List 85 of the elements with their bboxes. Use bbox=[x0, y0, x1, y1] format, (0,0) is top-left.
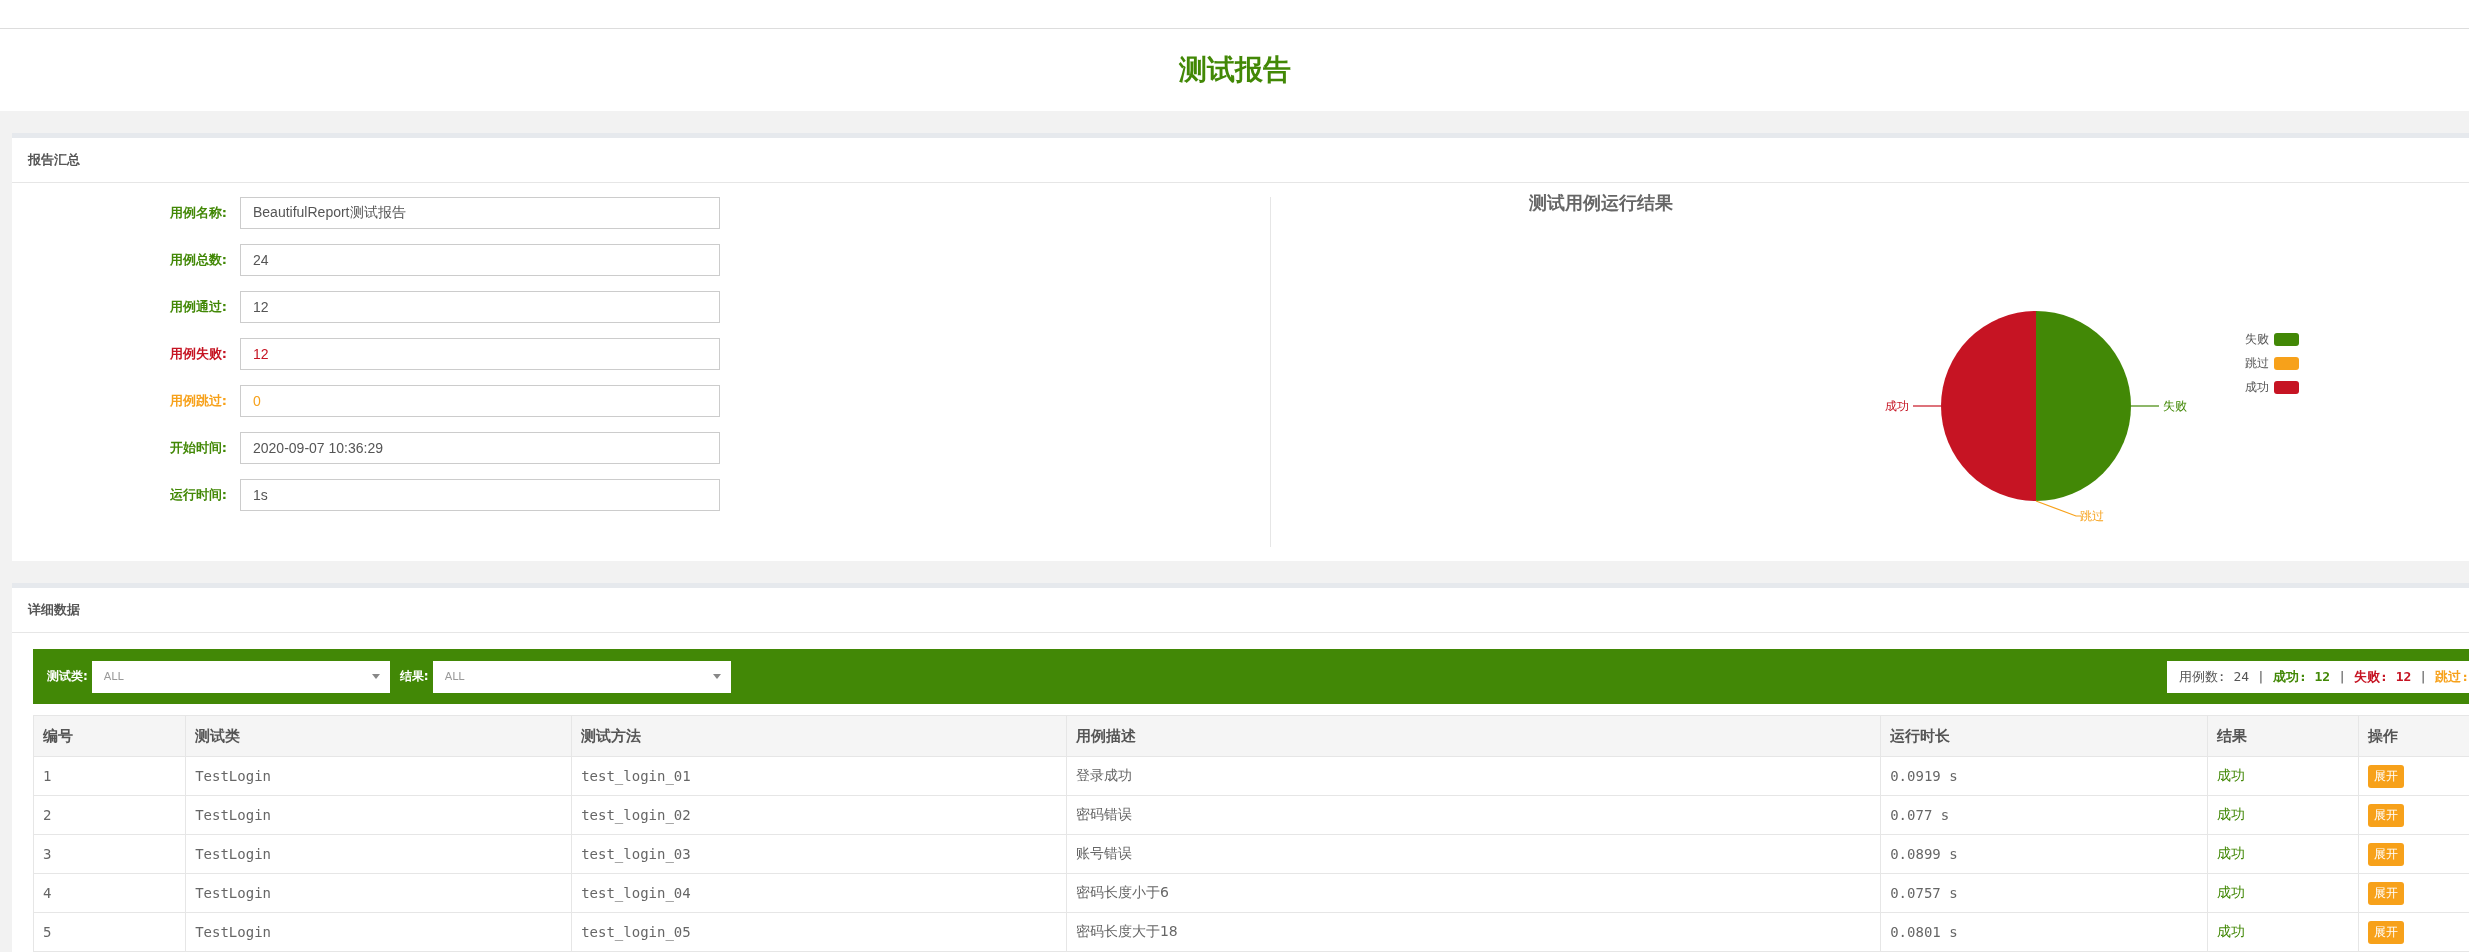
input-field[interactable]: 0 bbox=[240, 385, 720, 417]
count-item: 跳过: bbox=[2435, 667, 2469, 686]
table-cell: 账号错误 bbox=[1066, 834, 1881, 874]
input-field[interactable]: BeautifulReport测试报告 bbox=[240, 197, 720, 229]
table-cell: test_login_02 bbox=[571, 795, 1067, 835]
column-header: 测试类 bbox=[185, 715, 572, 757]
field-label: 用例跳过: bbox=[168, 392, 228, 410]
filter-label: 测试类: bbox=[47, 668, 88, 685]
table-cell: 密码长度小于6 bbox=[1066, 873, 1881, 913]
legend-swatch bbox=[2274, 333, 2299, 346]
slice-label: 成功 bbox=[1885, 399, 1909, 413]
count-item: 用例数: 24 bbox=[2178, 667, 2250, 686]
table-cell: 成功 bbox=[2207, 834, 2359, 874]
slice-label: 跳过 bbox=[2080, 509, 2104, 523]
table-cell: 1 bbox=[33, 756, 186, 796]
field-label: 用例总数: bbox=[168, 251, 228, 269]
table-cell: TestLogin bbox=[185, 912, 572, 952]
table-cell: TestLogin bbox=[185, 873, 572, 913]
table-cell: 登录成功 bbox=[1066, 756, 1881, 796]
field-label: 用例通过: bbox=[168, 298, 228, 316]
table-cell: test_login_05 bbox=[571, 912, 1067, 952]
column-header: 测试方法 bbox=[571, 715, 1067, 757]
slice-label: 失败 bbox=[2163, 399, 2187, 413]
expand-button[interactable]: 展开 bbox=[2367, 881, 2404, 905]
table-cell: 0.0757 s bbox=[1880, 873, 2208, 913]
table-cell: test_login_04 bbox=[571, 873, 1067, 913]
table-cell: 密码长度大于18 bbox=[1066, 912, 1881, 952]
table-cell: TestLogin bbox=[185, 756, 572, 796]
table-cell: 0.077 s bbox=[1880, 795, 2208, 835]
filter-dropdown[interactable]: ALL bbox=[91, 660, 390, 693]
input-field[interactable]: 12 bbox=[240, 338, 720, 370]
expand-button[interactable]: 展开 bbox=[2367, 842, 2404, 866]
input-field[interactable]: 1s bbox=[240, 479, 720, 511]
expand-button[interactable]: 展开 bbox=[2367, 764, 2404, 788]
expand-button[interactable]: 展开 bbox=[2367, 920, 2404, 944]
table-cell: 成功 bbox=[2207, 795, 2359, 835]
count-item: 成功: 12 bbox=[2272, 667, 2331, 686]
separator: | bbox=[2338, 669, 2347, 684]
input-field[interactable]: 24 bbox=[240, 244, 720, 276]
column-header: 用例描述 bbox=[1066, 715, 1881, 757]
column-header: 编号 bbox=[33, 715, 186, 757]
field-label: 运行时间: bbox=[168, 486, 228, 504]
expand-button[interactable]: 展开 bbox=[2367, 803, 2404, 827]
leader-line bbox=[1912, 405, 1942, 407]
legend-label: 成功 bbox=[2245, 380, 2269, 394]
table-cell: test_login_03 bbox=[571, 834, 1067, 874]
count-item: 失败: 12 bbox=[2354, 667, 2412, 686]
caret-icon bbox=[371, 674, 380, 679]
table-cell: 4 bbox=[33, 873, 186, 913]
legend-swatch bbox=[2274, 381, 2299, 394]
input-field[interactable]: 2020-09-07 10:36:29 bbox=[240, 432, 720, 464]
separator: | bbox=[2419, 669, 2428, 684]
leader-line bbox=[2130, 405, 2160, 407]
filter-label: 结果: bbox=[399, 668, 429, 685]
panel-title: 详细数据 bbox=[28, 601, 80, 619]
filter-dropdown[interactable]: ALL bbox=[432, 660, 731, 693]
table-cell: 密码错误 bbox=[1066, 795, 1881, 835]
legend-label: 失败 bbox=[2245, 332, 2269, 346]
table-cell: 成功 bbox=[2207, 873, 2359, 913]
leader-line bbox=[2035, 500, 2082, 517]
caret-icon bbox=[712, 674, 721, 679]
panel-title: 报告汇总 bbox=[28, 151, 80, 169]
table-cell: 2 bbox=[33, 795, 186, 835]
table-cell: 成功 bbox=[2207, 756, 2359, 796]
table-cell: 3 bbox=[33, 834, 186, 874]
separator: | bbox=[2257, 669, 2265, 684]
legend-swatch bbox=[2274, 357, 2299, 370]
page-title: 测试报告 bbox=[1178, 52, 1291, 88]
table-cell: 成功 bbox=[2207, 912, 2359, 952]
legend-label: 跳过 bbox=[2245, 356, 2269, 370]
table-cell: test_login_01 bbox=[571, 756, 1067, 796]
table-cell: 5 bbox=[33, 912, 186, 952]
table-cell: 0.0801 s bbox=[1880, 912, 2208, 952]
chart-title: 测试用例运行结果 bbox=[1528, 191, 1674, 215]
column-header: 结果 bbox=[2207, 715, 2359, 757]
column-header: 运行时长 bbox=[1880, 715, 2208, 757]
field-label: 用例失败: bbox=[168, 345, 228, 363]
field-label: 用例名称: bbox=[168, 204, 228, 222]
table-cell: 0.0899 s bbox=[1880, 834, 2208, 874]
table-cell: TestLogin bbox=[185, 834, 572, 874]
field-label: 开始时间: bbox=[168, 439, 228, 457]
table-cell: TestLogin bbox=[185, 795, 572, 835]
column-header: 操作 bbox=[2358, 715, 2469, 757]
table-cell: 0.0919 s bbox=[1880, 756, 2208, 796]
input-field[interactable]: 12 bbox=[240, 291, 720, 323]
